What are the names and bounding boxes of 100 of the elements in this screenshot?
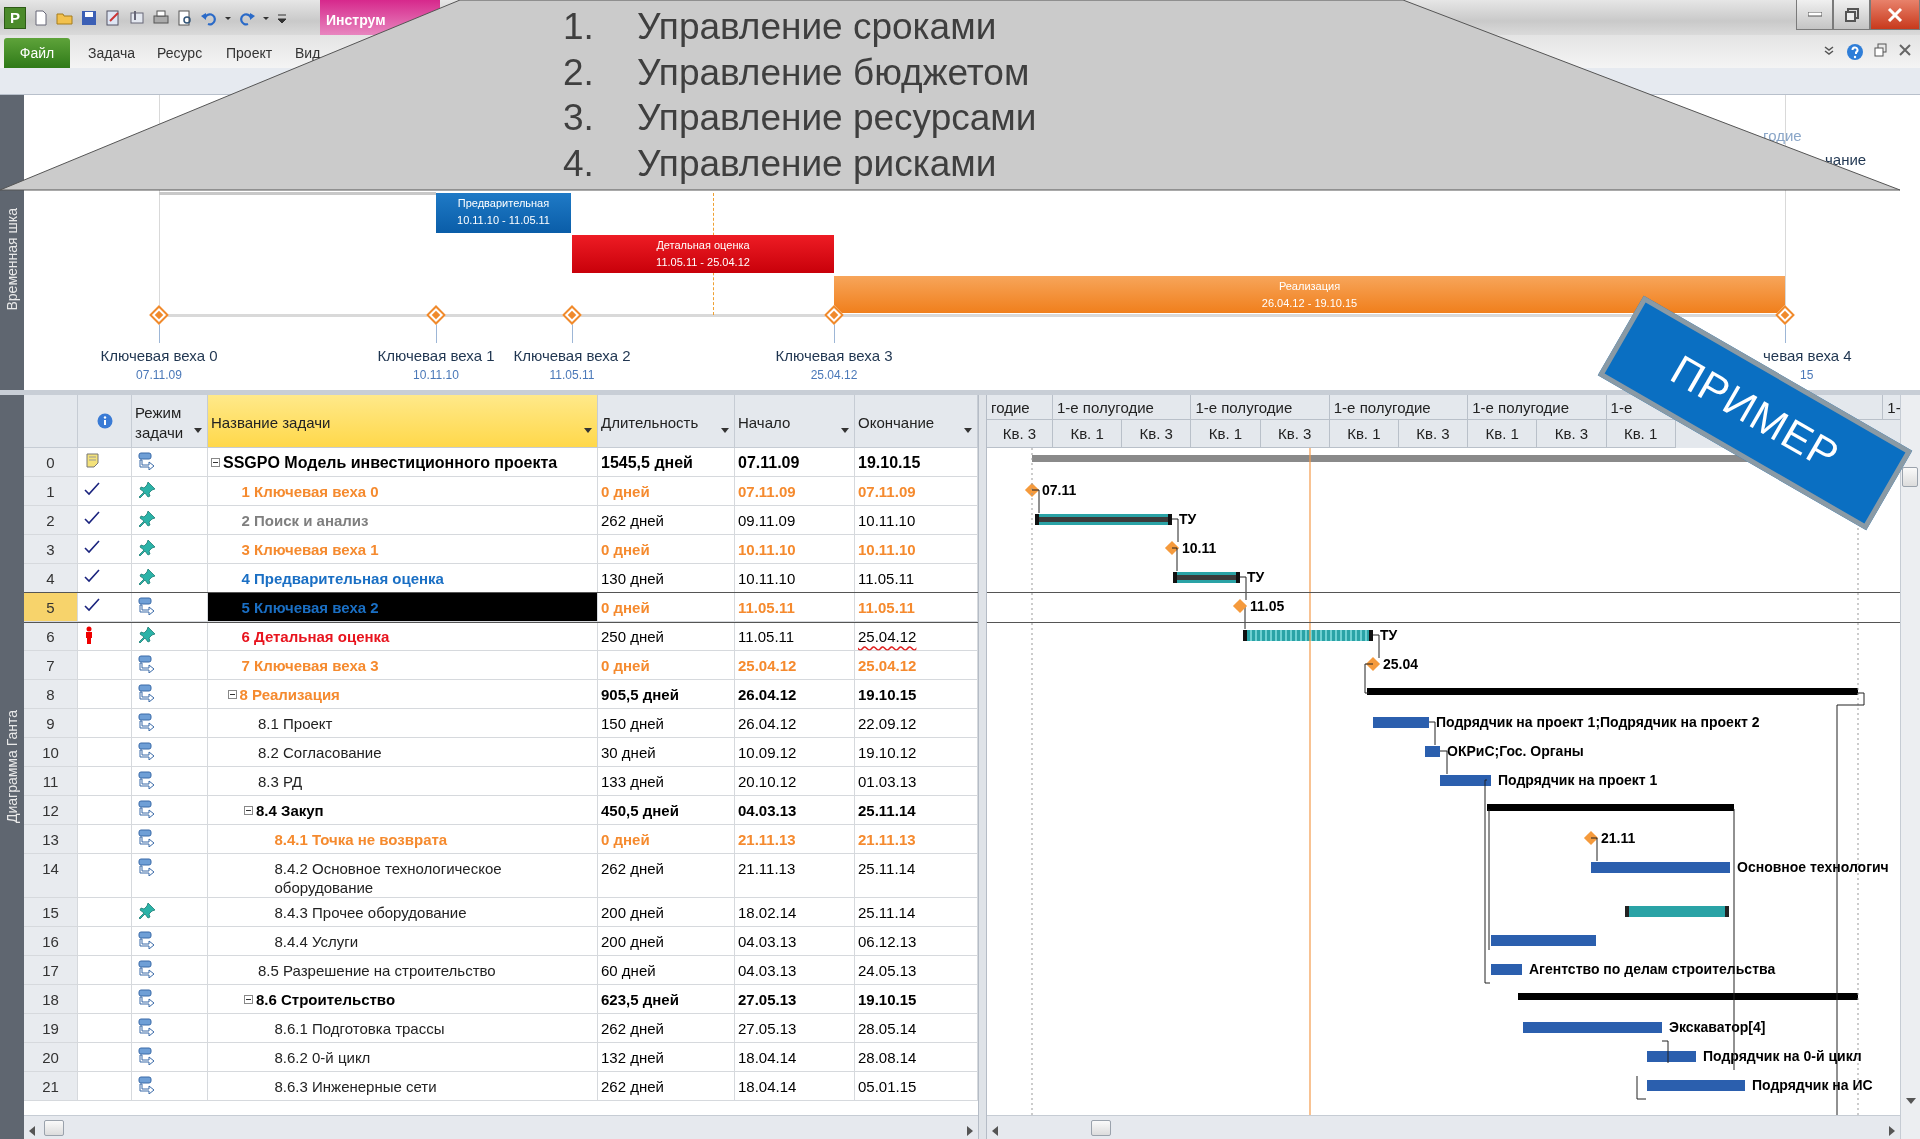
bar-label: Подрядчик на проект 1 xyxy=(1498,772,1658,788)
task-name-cell[interactable]: 8.6 Строительство xyxy=(208,985,598,1014)
task-name: 8.3 РД xyxy=(258,772,303,791)
task-name-cell[interactable]: 8.4.2 Основное технологическое оборудование xyxy=(208,854,598,898)
timeline-bar: Реализация 26.04.12 - 19.10.15 xyxy=(834,276,1785,313)
task-name: 8.1 Проект xyxy=(258,714,333,733)
end-date-cell: 05.01.15 xyxy=(855,1072,978,1101)
task-name-cell[interactable]: 8.4.3 Прочее оборудование xyxy=(208,898,598,927)
row-number: 9 xyxy=(24,709,78,738)
task-name-cell[interactable]: SSGPO Модель инвестиционного проекта xyxy=(208,448,598,477)
row-number: 17 xyxy=(24,956,78,985)
start-date-cell: 04.03.13 xyxy=(735,796,855,825)
row-number: 14 xyxy=(24,854,78,898)
app-logo[interactable]: P xyxy=(4,6,26,29)
row-number: 4 xyxy=(24,564,78,593)
task-name: 8 Реализация xyxy=(239,685,340,704)
column-header[interactable]: Начало xyxy=(735,395,855,448)
row-number: 19 xyxy=(24,1014,78,1043)
ribbon-tab[interactable]: Задача xyxy=(70,38,139,68)
row-number: 3 xyxy=(24,535,78,564)
end-date-cell: 25.04.12 xyxy=(855,622,978,651)
task-name: 8.4.2 Основное технологическое оборудование xyxy=(274,859,503,897)
start-date-cell: 18.02.14 xyxy=(735,898,855,927)
duration-cell: 0 дней xyxy=(598,535,735,564)
row-number: 7 xyxy=(24,651,78,680)
column-header[interactable]: Длительность xyxy=(598,395,735,448)
task-name-cell[interactable]: 8.5 Разрешение на строительство xyxy=(208,956,598,985)
bar-label: 07.11 xyxy=(1042,482,1077,498)
task-name-cell[interactable]: 8.6.3 Инженерные сети xyxy=(208,1072,598,1101)
task-name-cell[interactable]: 6 Детальная оценка xyxy=(208,622,598,651)
column-header[interactable]: Режим задачи xyxy=(132,395,208,448)
row-number: 20 xyxy=(24,1043,78,1072)
timescale-label: 1-е полугодие xyxy=(1191,395,1330,420)
start-date-cell: 21.11.13 xyxy=(735,854,855,898)
list-number: 3. xyxy=(563,96,595,140)
milestone-label: Ключевая веха 2 xyxy=(513,347,631,364)
duration-cell: 262 дней xyxy=(598,1072,735,1101)
task-name-cell[interactable]: 5 Ключевая веха 2 xyxy=(208,593,598,622)
task-name-cell[interactable]: 8.4.4 Услуги xyxy=(208,927,598,956)
end-date-cell: 25.11.14 xyxy=(855,796,978,825)
duration-cell: 132 дней xyxy=(598,1043,735,1072)
end-date-cell: 01.03.13 xyxy=(855,767,978,796)
task-name-cell[interactable]: 8.1 Проект xyxy=(208,709,598,738)
end-date-cell: 19.10.12 xyxy=(855,738,978,767)
end-date-cell: 22.09.12 xyxy=(855,709,978,738)
ribbon-tab[interactable]: Файл xyxy=(4,38,70,68)
task-name: 8.4.4 Услуги xyxy=(274,932,359,951)
task-name-cell[interactable]: 8.2 Согласование xyxy=(208,738,598,767)
column-header[interactable]: Название задачи xyxy=(208,395,598,448)
task-name-cell[interactable]: 8.6.2 0-й цикл xyxy=(208,1043,598,1072)
timeline-bar: Предварительная 10.11.10 - 11.05.11 xyxy=(436,193,571,233)
duration-cell: 0 дней xyxy=(598,825,735,854)
bar-label: Подрядчик на 0-й цикл xyxy=(1703,1048,1862,1064)
end-date-cell: 28.08.14 xyxy=(855,1043,978,1072)
duration-cell: 262 дней xyxy=(598,506,735,535)
end-date-cell: 06.12.13 xyxy=(855,927,978,956)
timeline-edge-label: годие xyxy=(1763,127,1802,144)
ribbon-tab[interactable]: Проект xyxy=(208,38,277,68)
duration-cell: 200 дней xyxy=(598,898,735,927)
start-date-cell: 10.09.12 xyxy=(735,738,855,767)
row-number: 21 xyxy=(24,1072,78,1101)
ribbon-tab[interactable]: Ресурс xyxy=(139,38,208,68)
milestone-date: 11.05.11 xyxy=(549,368,595,382)
milestone-label: Ключевая веха 1 xyxy=(377,347,495,364)
end-date-cell: 25.11.14 xyxy=(855,898,978,927)
end-date-cell: 24.05.13 xyxy=(855,956,978,985)
row-number: 8 xyxy=(24,680,78,709)
duration-cell: 150 дней xyxy=(598,709,735,738)
start-date-cell: 26.04.12 xyxy=(735,709,855,738)
start-date-cell: 25.04.12 xyxy=(735,651,855,680)
column-header[interactable]: Окончание xyxy=(855,395,978,448)
list-number: 2. xyxy=(563,50,595,95)
start-date-cell: 21.11.13 xyxy=(735,825,855,854)
task-name: 8.5 Разрешение на строительство xyxy=(258,961,496,980)
task-name-cell[interactable]: 2 Поиск и анализ xyxy=(208,506,598,535)
list-item: Управление сроками xyxy=(637,5,998,49)
task-name-cell[interactable]: 8.6.1 Подготовка трассы xyxy=(208,1014,598,1043)
task-name: 4 Предварительная оценка xyxy=(241,569,444,588)
task-name: 8.4 Закуп xyxy=(256,801,324,820)
list-number: 1. xyxy=(563,5,595,49)
bar-label: Подрядчик на ИС xyxy=(1752,1077,1873,1093)
list-item: Управление рисками xyxy=(637,141,998,186)
timescale-label: 1-е полугодие xyxy=(1329,395,1469,420)
bar-label: 10.11 xyxy=(1182,540,1217,556)
milestone-date: 07.11.09 xyxy=(136,368,182,382)
end-date-cell: 28.05.14 xyxy=(855,1014,978,1043)
milestone-label: Ключевая веха 3 xyxy=(775,347,893,364)
task-name: 2 Поиск и анализ xyxy=(241,511,369,530)
row-number: 10 xyxy=(24,738,78,767)
timescale-label: 1-е полугодие xyxy=(1468,395,1607,420)
duration-cell: 60 дней xyxy=(598,956,735,985)
task-name-cell[interactable]: 8.4 Закуп xyxy=(208,796,598,825)
row-number: 16 xyxy=(24,927,78,956)
milestone-date: 10.11.10 xyxy=(413,368,459,382)
timescale-label: годие xyxy=(987,395,1053,420)
start-date-cell: 07.11.09 xyxy=(735,477,855,506)
bar-label: ТУ xyxy=(1179,511,1197,527)
task-name-cell[interactable]: 8.3 РД xyxy=(208,767,598,796)
start-date-cell: 04.03.13 xyxy=(735,927,855,956)
bar-label: 25.04 xyxy=(1383,656,1419,672)
